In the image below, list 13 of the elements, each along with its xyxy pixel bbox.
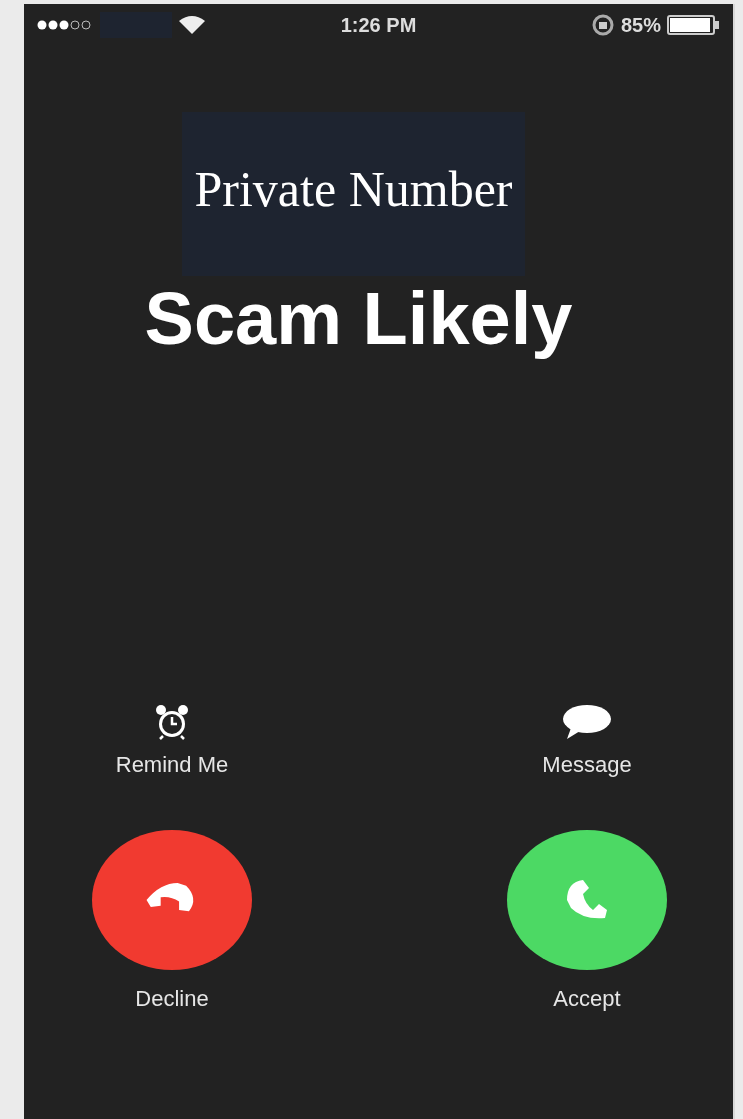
speech-bubble-icon <box>562 704 612 740</box>
battery-icon <box>667 14 721 36</box>
status-time: 1:26 PM <box>340 13 417 37</box>
battery-percent: 85% <box>620 13 661 37</box>
action-button[interactable]: Message <box>472 704 702 778</box>
action-button[interactable]: Remind Me <box>57 704 287 778</box>
button-label: Accept <box>553 986 621 1012</box>
signal-icon <box>36 19 94 31</box>
alarm-clock-icon <box>155 704 189 740</box>
caller-label: Private Number <box>194 160 513 218</box>
button-label: Decline <box>135 986 209 1012</box>
wifi-icon <box>178 15 206 35</box>
rotation-lock-icon <box>590 14 615 36</box>
